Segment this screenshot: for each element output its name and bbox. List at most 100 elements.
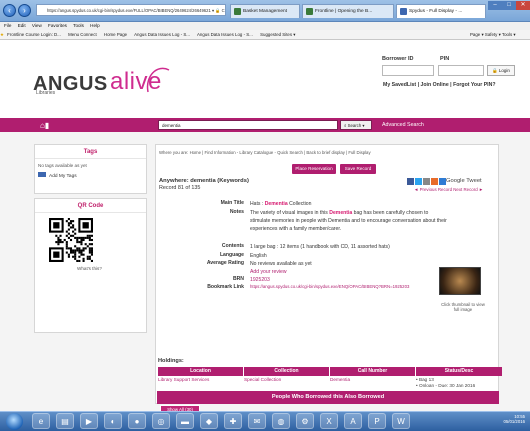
record-field-value[interactable]: 1925203 bbox=[250, 276, 450, 284]
tab-spydus[interactable]: Spydus - Full Display - ... bbox=[396, 4, 486, 18]
browser-icon[interactable]: ◎ bbox=[152, 413, 170, 429]
print-icon[interactable] bbox=[439, 178, 446, 185]
menu-edit[interactable]: Edit bbox=[18, 23, 26, 28]
excel-icon[interactable]: X bbox=[320, 413, 338, 429]
holdings-header: Location bbox=[158, 367, 243, 376]
folder-icon[interactable]: ▬ bbox=[176, 413, 194, 429]
start-icon[interactable] bbox=[6, 413, 23, 430]
command-bar-tools[interactable]: Page ▾ Safety ▾ Tools ▾ bbox=[470, 30, 516, 39]
media-player-icon[interactable]: ▶ bbox=[80, 413, 98, 429]
advanced-search-link[interactable]: Advanced Search bbox=[382, 121, 424, 130]
app-icon[interactable]: ◆ bbox=[200, 413, 218, 429]
account-links[interactable]: My SavedList | Join Online | Forgot Your… bbox=[383, 82, 496, 88]
field-text: https://angus.spydus.co.uk/cgi-bin/spydu… bbox=[250, 284, 410, 289]
record-field-value: English bbox=[250, 252, 450, 260]
menu-help[interactable]: Help bbox=[90, 23, 99, 28]
record-field-value[interactable]: Add your review bbox=[250, 268, 450, 276]
holdings-header: Collection bbox=[244, 367, 329, 376]
save-record-button[interactable]: Save Record bbox=[340, 164, 376, 174]
social-share-text[interactable]: Google Tweet bbox=[446, 178, 482, 184]
powerpoint-icon[interactable]: P bbox=[368, 413, 386, 429]
favorite-link[interactable]: Suggested Sites ▾ bbox=[260, 32, 295, 37]
holdings-header: Call Number bbox=[330, 367, 415, 376]
file-explorer-icon[interactable]: ▤ bbox=[56, 413, 74, 429]
record-field-row: BRN 1925203 bbox=[180, 276, 450, 284]
twitter-icon[interactable] bbox=[415, 178, 422, 185]
favorite-link[interactable]: Angus Data Issues Log - S... bbox=[134, 32, 190, 37]
pin-input[interactable] bbox=[438, 65, 484, 76]
app-icon[interactable]: ◍ bbox=[272, 413, 290, 429]
record-field-row: Notes The variety of visual images in thi… bbox=[180, 209, 450, 233]
search-input[interactable]: dementia bbox=[158, 120, 338, 130]
record-field-label bbox=[180, 268, 244, 276]
facebook-icon[interactable] bbox=[407, 178, 414, 185]
holdings-collection[interactable]: Special Collection bbox=[244, 377, 329, 389]
field-text: 1 large bag : 12 items (1 handbook with … bbox=[250, 244, 390, 250]
minimize-icon[interactable]: – bbox=[488, 1, 502, 10]
app-icon[interactable]: ● bbox=[128, 413, 146, 429]
record-field-value: 1 large bag : 12 items (1 handbook with … bbox=[250, 243, 450, 251]
email-icon[interactable] bbox=[423, 178, 430, 185]
acrobat-icon[interactable]: A bbox=[344, 413, 362, 429]
breadcrumb[interactable]: Where you are: Home | Find Information -… bbox=[159, 150, 371, 155]
record-field-value: Hats : Dementia Collection bbox=[250, 200, 450, 208]
borrower-id-input[interactable] bbox=[382, 65, 434, 76]
favorite-link[interactable]: Angus Data Issues Log - S... bbox=[197, 32, 253, 37]
search-button[interactable]: ⌕ Search ▾ bbox=[340, 120, 372, 130]
place-reservation-button[interactable]: Place Reservation bbox=[292, 164, 336, 174]
borrower-id-label: Borrower ID bbox=[382, 56, 414, 62]
tab-frontline[interactable]: Frontline | Opening the B... bbox=[302, 4, 394, 18]
login-button[interactable]: 🔒 Login bbox=[487, 65, 515, 76]
menu-view[interactable]: View bbox=[32, 23, 42, 28]
field-text: Collection bbox=[287, 201, 312, 207]
record-field-value: No reviews available as yet bbox=[250, 260, 450, 268]
search-summary: Anywhere: dementia (Keywords) bbox=[159, 178, 249, 184]
address-bar[interactable]: https://angus.spydus.co.uk/cgi-bin/spydu… bbox=[36, 4, 226, 16]
system-clock[interactable]: 10:55 05/01/2016 bbox=[455, 414, 525, 424]
app-icon[interactable]: ⚙ bbox=[296, 413, 314, 429]
tab-favicon bbox=[234, 8, 241, 15]
app-icon[interactable]: ✚ bbox=[224, 413, 242, 429]
app-icon[interactable]: ✉ bbox=[248, 413, 266, 429]
prev-next-record-links[interactable]: ◄ Previous Record Next Record ► bbox=[414, 187, 483, 192]
menu-favorites[interactable]: Favorites bbox=[48, 23, 67, 28]
favorites-bar: ★ Frontline Course Login: D... Menu Conn… bbox=[0, 30, 530, 40]
forward-icon[interactable]: › bbox=[18, 4, 31, 17]
item-thumbnail-image[interactable] bbox=[439, 267, 481, 295]
field-text: Add your review bbox=[250, 269, 287, 275]
add-tags-link[interactable]: Add My Tags bbox=[35, 170, 146, 181]
maximize-icon[interactable]: □ bbox=[502, 1, 516, 10]
home-icon[interactable]: ⌂▮ bbox=[40, 121, 52, 130]
holdings-status: • Bag 13 • Onloan - Due: 30 Jan 2016 bbox=[416, 377, 476, 388]
holdings-call-number[interactable]: Dementia bbox=[330, 377, 415, 389]
record-field-value[interactable]: https://angus.spydus.co.uk/cgi-bin/spydu… bbox=[250, 284, 450, 290]
tab-favicon bbox=[306, 8, 313, 15]
favorite-link[interactable]: Frontline Course Login: D... bbox=[7, 32, 61, 37]
record-field-row: Bookmark Link https://angus.spydus.co.uk/… bbox=[180, 284, 450, 290]
menu-file[interactable]: File bbox=[4, 23, 11, 28]
holdings-title: Holdings: bbox=[158, 358, 184, 364]
tab-favicon bbox=[400, 8, 407, 15]
back-icon[interactable]: ‹ bbox=[3, 4, 16, 17]
record-field-label: BRN bbox=[232, 276, 244, 282]
app-icon[interactable]: ◐ bbox=[104, 413, 122, 429]
lock-icon: 🔒 bbox=[492, 68, 498, 73]
field-text: English bbox=[250, 253, 267, 259]
menu-bar: File Edit View Favorites Tools Help bbox=[0, 22, 530, 30]
tags-title: Tags bbox=[35, 145, 146, 159]
record-field-label: Language bbox=[219, 252, 244, 258]
close-icon[interactable]: ✕ bbox=[516, 1, 530, 10]
favorite-link[interactable]: Menu Connect bbox=[68, 32, 97, 37]
favorite-link[interactable]: Home Page bbox=[104, 32, 127, 37]
record-field-label: Bookmark Link bbox=[207, 284, 244, 290]
share-icon[interactable] bbox=[431, 178, 438, 185]
star-icon[interactable]: ★ bbox=[0, 32, 4, 37]
internet-explorer-icon[interactable]: e bbox=[32, 413, 50, 429]
tags-empty-text: No tags available as yet bbox=[38, 163, 87, 168]
word-icon[interactable]: W bbox=[392, 413, 410, 429]
holdings-header: Status/Desc bbox=[416, 367, 502, 376]
qr-help-link[interactable]: What's this? bbox=[77, 266, 102, 271]
holdings-location[interactable]: Library Support Services bbox=[158, 377, 243, 389]
tab-basket-management[interactable]: Basket Management bbox=[230, 4, 300, 18]
menu-tools[interactable]: Tools bbox=[73, 23, 84, 28]
